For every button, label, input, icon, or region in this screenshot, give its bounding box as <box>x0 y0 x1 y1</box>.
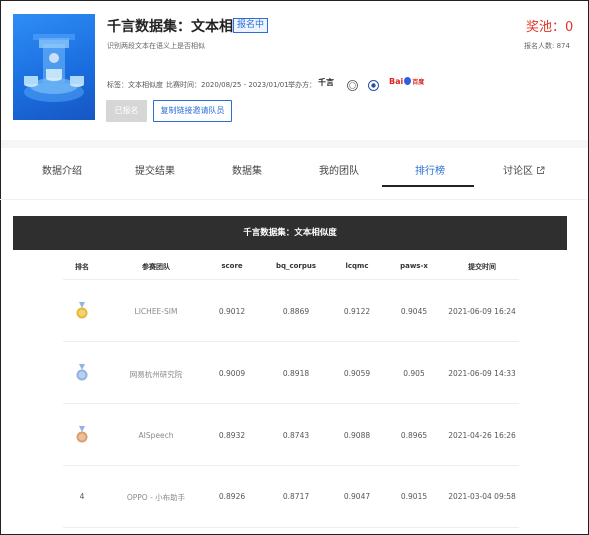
tab-discussion[interactable]: 讨论区 <box>503 162 545 178</box>
baidu-logo: Bai 百度 <box>389 77 424 86</box>
row-divider <box>63 403 519 404</box>
institute-seal-icon <box>368 76 379 91</box>
paws-x-value: 0.8965 <box>400 431 428 440</box>
row-divider <box>63 279 519 280</box>
col-team: 参赛团队 <box>142 263 170 271</box>
external-link-icon <box>536 166 545 178</box>
period-label: 比赛时间： <box>166 81 201 89</box>
col-paws-x: paws-x <box>400 262 428 270</box>
team-name: OPPO - 小布助手 <box>126 493 186 502</box>
score-value: 0.8926 <box>218 492 246 501</box>
signup-count: 报名人数: 874 <box>524 42 570 50</box>
gold-medal-icon <box>76 302 88 319</box>
team-name: AISpeech <box>138 431 174 440</box>
col-bq-corpus: bq_corpus <box>275 262 317 270</box>
col-score: score <box>221 262 243 270</box>
lcqmc-value: 0.9122 <box>343 307 371 316</box>
tabs-divider <box>0 199 587 200</box>
baidu-logo-text: Bai <box>389 77 404 86</box>
baidu-paw-icon <box>404 77 412 85</box>
bq-corpus-value: 0.8869 <box>282 307 310 316</box>
row-divider <box>63 527 519 528</box>
bq-corpus-value: 0.8717 <box>282 492 310 501</box>
competition-cover-image <box>13 14 95 120</box>
tags-meta: 标签：文本相似度 <box>107 80 163 90</box>
baidu-logo-suffix: 百度 <box>412 79 425 86</box>
bronze-medal-icon <box>76 426 88 443</box>
tab-submit-results[interactable]: 提交结果 <box>135 162 175 177</box>
tags-label: 标签： <box>107 81 128 89</box>
row-divider <box>63 465 519 466</box>
tags-value: 文本相似度 <box>128 81 163 89</box>
leaderboard-title: 千言数据集：文本相似度 <box>13 216 567 250</box>
prize-pool: 奖池：0 <box>526 20 574 35</box>
col-rank: 排名 <box>75 263 89 271</box>
leaderboard-table <box>13 250 567 533</box>
col-lcqmc: lcqmc <box>345 262 369 270</box>
team-name: 网易杭州研究院 <box>129 370 183 379</box>
rank-number: 4 <box>79 492 85 501</box>
lcqmc-value: 0.9047 <box>343 492 371 501</box>
col-submit-time: 提交时间 <box>468 263 496 271</box>
score-value: 0.8932 <box>218 431 246 440</box>
submit-time: 2021-06-09 14:33 <box>448 369 516 378</box>
qianyan-logo: 千言 <box>318 78 334 87</box>
active-tab-indicator <box>382 185 474 187</box>
period-meta: 比赛时间：2020/08/25 - 2023/01/01 <box>166 80 289 90</box>
score-value: 0.9009 <box>218 369 246 378</box>
period-value: 2020/08/25 - 2023/01/01 <box>201 81 289 89</box>
status-badge: 报名中 <box>233 18 269 33</box>
bq-corpus-value: 0.8743 <box>282 431 310 440</box>
competition-description: 识别两段文本在语义上是否相似 <box>107 42 205 50</box>
team-name: LICHEE-SIM <box>134 307 178 316</box>
tab-leaderboard[interactable]: 排行榜 <box>415 162 445 177</box>
tab-discussion-label: 讨论区 <box>503 166 533 177</box>
tab-data-intro[interactable]: 数据介绍 <box>42 162 82 177</box>
paws-x-value: 0.9015 <box>400 492 428 501</box>
tab-dataset[interactable]: 数据集 <box>232 162 262 177</box>
silver-medal-icon <box>76 364 88 381</box>
submit-time: 2021-04-26 16:26 <box>448 431 516 440</box>
copy-invite-link-button[interactable]: 复制链接邀请队员 <box>153 100 232 122</box>
university-seal-icon <box>347 76 358 91</box>
joined-button[interactable]: 已报名 <box>106 100 147 122</box>
organizer-label: 举办方： <box>288 81 316 89</box>
row-divider <box>63 341 519 342</box>
score-value: 0.9012 <box>218 307 246 316</box>
submit-time: 2021-03-04 09:58 <box>448 492 516 501</box>
lcqmc-value: 0.9059 <box>343 369 371 378</box>
tab-my-team[interactable]: 我的团队 <box>319 162 359 177</box>
section-divider <box>1 140 588 148</box>
paws-x-value: 0.905 <box>403 369 425 378</box>
bq-corpus-value: 0.8918 <box>282 369 310 378</box>
lcqmc-value: 0.9088 <box>343 431 371 440</box>
paws-x-value: 0.9045 <box>400 307 428 316</box>
submit-time: 2021-06-09 16:24 <box>448 307 516 316</box>
